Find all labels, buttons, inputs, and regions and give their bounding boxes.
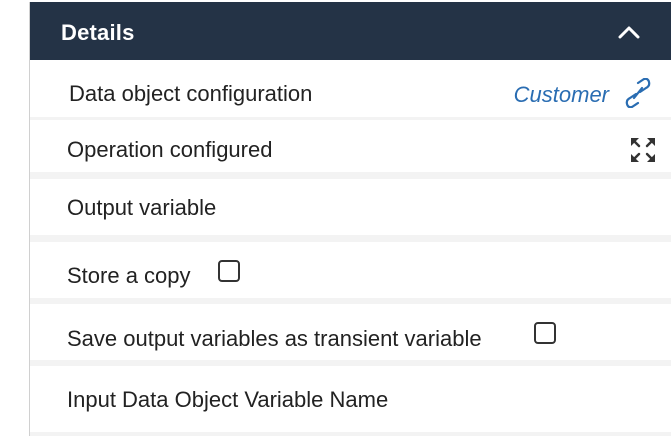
row-store-a-copy: Store a copy: [30, 242, 671, 298]
collapse-button[interactable]: [615, 18, 643, 46]
store-a-copy-label: Store a copy: [67, 263, 191, 288]
input-data-object-variable-name-label: Input Data Object Variable Name: [67, 387, 389, 412]
row-data-object-configuration: Data object configuration Customer: [30, 60, 671, 117]
expand-icon: [631, 138, 655, 162]
row-operation-configured: Operation configured: [30, 120, 671, 172]
row-save-transient: Save output variables as transient varia…: [30, 304, 671, 360]
link-icon: [625, 78, 651, 108]
data-object-link[interactable]: Customer: [514, 82, 609, 108]
chevron-up-icon: [618, 26, 640, 39]
screen: Details Data object configuration Custom…: [0, 0, 672, 436]
details-panel: Details Data object configuration Custom…: [29, 2, 671, 436]
row-input-data-object-variable-name: Input Data Object Variable Name: [30, 366, 671, 432]
expand-button[interactable]: [629, 136, 657, 164]
save-transient-label: Save output variables as transient varia…: [67, 326, 482, 351]
panel-header[interactable]: Details: [30, 2, 671, 60]
row-output-variable: Output variable: [30, 179, 671, 235]
data-object-configuration-label: Data object configuration: [69, 81, 313, 106]
store-a-copy-checkbox[interactable]: [218, 260, 240, 282]
panel-title: Details: [61, 20, 135, 45]
output-variable-label: Output variable: [67, 195, 217, 220]
save-transient-checkbox[interactable]: [534, 322, 556, 344]
operation-configured-label: Operation configured: [67, 137, 273, 162]
data-object-link-button[interactable]: [623, 76, 653, 110]
